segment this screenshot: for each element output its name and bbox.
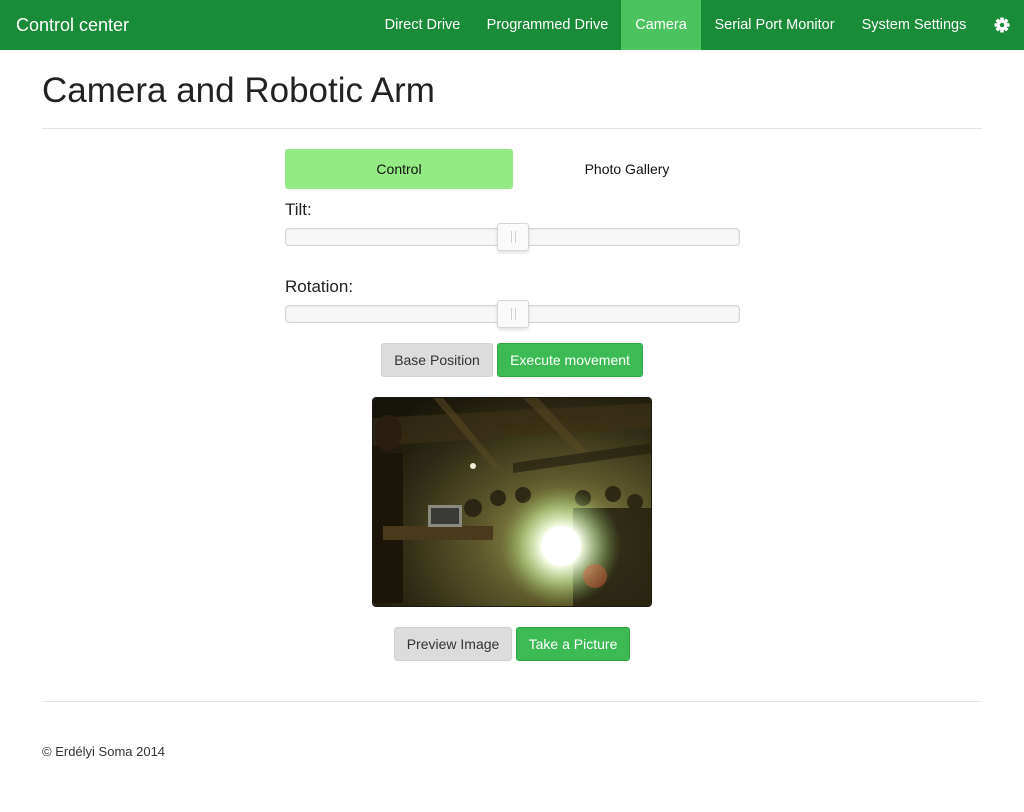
nav-camera[interactable]: Camera — [621, 0, 701, 50]
camera-preview-image — [372, 397, 652, 607]
tilt-slider[interactable] — [285, 223, 740, 251]
tab-photo-gallery[interactable]: Photo Gallery — [513, 149, 741, 189]
take-picture-button[interactable]: Take a Picture — [516, 627, 630, 661]
nav-programmed-drive[interactable]: Programmed Drive — [474, 0, 621, 50]
footer-divider — [42, 701, 982, 702]
footer-copyright: © Erdélyi Soma 2014 — [42, 744, 166, 759]
gear-icon[interactable] — [990, 13, 1014, 37]
brand-link[interactable]: Control center — [16, 13, 129, 37]
rotation-slider[interactable] — [285, 300, 740, 328]
execute-movement-button[interactable]: Execute movement — [497, 343, 643, 377]
rotation-label: Rotation: — [285, 277, 354, 296]
nav-serial-port-monitor[interactable]: Serial Port Monitor — [701, 0, 848, 50]
preview-image-button[interactable]: Preview Image — [394, 627, 512, 661]
nav-direct-drive[interactable]: Direct Drive — [371, 0, 474, 50]
page-title: Camera and Robotic Arm — [42, 71, 435, 110]
header-divider — [42, 128, 982, 129]
tilt-slider-handle[interactable] — [497, 223, 529, 251]
rotation-slider-handle[interactable] — [497, 300, 529, 328]
navbar: Control center Direct Drive Programmed D… — [0, 0, 1024, 50]
tab-control[interactable]: Control — [285, 149, 513, 189]
nav-system-settings[interactable]: System Settings — [848, 0, 980, 50]
tilt-label: Tilt: — [285, 200, 312, 219]
base-position-button[interactable]: Base Position — [381, 343, 493, 377]
